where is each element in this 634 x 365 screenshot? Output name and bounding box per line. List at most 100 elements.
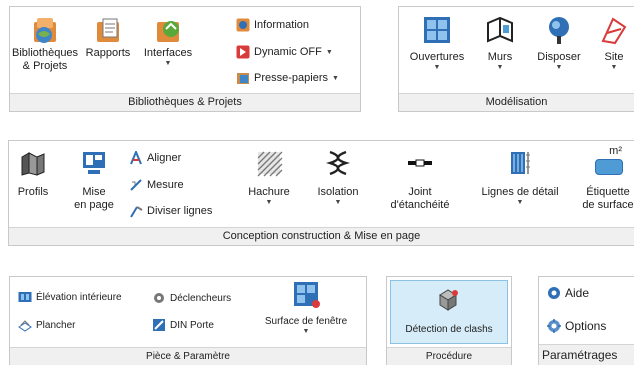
mesure-label: Mesure	[147, 179, 184, 191]
mise-en-page-button[interactable]: Mise en page	[63, 149, 125, 212]
elevation-interieure-item[interactable]: Élévation intérieure	[18, 291, 122, 303]
joint-label-line2: d'étanchéité	[390, 199, 450, 211]
dynamic-off-dropdown-arrow[interactable]: ▼	[326, 49, 333, 56]
interfaces-button[interactable]: Interfaces ▼	[138, 13, 198, 67]
isolation-dropdown-arrow[interactable]: ▼	[307, 199, 369, 206]
ouvertures-dropdown-arrow[interactable]: ▼	[405, 64, 469, 71]
plancher-item[interactable]: Plancher	[18, 318, 75, 332]
ouvertures-label: Ouvertures	[409, 51, 465, 63]
presse-papiers-label: Presse-papiers	[254, 72, 328, 84]
detail-lines-icon	[511, 152, 530, 174]
lignes-de-detail-label: Lignes de détail	[481, 186, 559, 198]
panel-title-conception: Conception construction & Mise en page	[9, 227, 634, 245]
murs-button[interactable]: Murs ▼	[477, 15, 523, 71]
panel-title-modelisation: Modélisation	[399, 93, 634, 111]
aligner-item[interactable]: Aligner	[129, 151, 181, 165]
information-icon	[236, 18, 250, 32]
hatch-icon	[257, 151, 283, 177]
plancher-label: Plancher	[36, 319, 76, 331]
aide-label: Aide	[565, 286, 590, 300]
measure-icon	[130, 179, 142, 191]
elevation-interieure-label: Élévation intérieure	[36, 291, 122, 303]
options-item[interactable]: Options	[547, 319, 606, 333]
profils-label: Profils	[17, 186, 49, 198]
clash-detection-icon	[439, 289, 458, 311]
interfaces-icon	[157, 21, 179, 42]
detection-de-clashs-label: Détection de clashs	[405, 324, 493, 335]
mesure-item[interactable]: Mesure	[129, 178, 184, 192]
joint-etancheite-button[interactable]: Joint d'étanchéité	[381, 149, 459, 212]
dynamic-off-item[interactable]: Dynamic OFF ▼	[236, 45, 333, 59]
ouvertures-button[interactable]: Ouvertures ▼	[405, 15, 469, 71]
options-label: Options	[565, 319, 607, 333]
disposer-button[interactable]: Disposer ▼	[531, 15, 587, 71]
din-porte-label: DIN Porte	[170, 319, 214, 331]
hachure-button[interactable]: Hachure ▼	[241, 149, 297, 206]
bibliotheques-projets-button[interactable]: Bibliothèques & Projets	[12, 13, 78, 73]
panel-title-parametrages: Paramétrages	[539, 344, 634, 365]
wall-icon	[487, 16, 513, 43]
rapports-button[interactable]: Rapports	[80, 13, 136, 60]
bibliotheques-label-line2: & Projets	[22, 60, 68, 72]
declencheurs-label: Déclencheurs	[170, 292, 232, 304]
rapports-label: Rapports	[85, 47, 131, 59]
isolation-button[interactable]: Isolation ▼	[307, 149, 369, 206]
window-icon	[424, 17, 450, 43]
dynamic-icon	[236, 45, 250, 59]
panel-modelisation: Ouvertures ▼ Murs ▼ Disposer ▼ Site ▼ Mo…	[398, 6, 634, 112]
lignes-de-detail-button[interactable]: Lignes de détail ▼	[471, 149, 569, 206]
bibliotheques-label-line1: Bibliothèques	[12, 47, 79, 59]
report-icon	[97, 18, 119, 42]
disposer-label: Disposer	[537, 51, 581, 63]
diviser-lignes-item[interactable]: Diviser lignes	[129, 204, 212, 218]
profiles-icon	[21, 152, 45, 176]
surface-de-fenetre-label: Surface de fenêtre	[264, 316, 348, 327]
panel-bibliotheques-projets: Bibliothèques & Projets Rapports Interfa…	[9, 6, 361, 112]
window-area-icon	[294, 282, 320, 308]
presse-papiers-item[interactable]: Presse-papiers ▼	[236, 71, 339, 85]
murs-dropdown-arrow[interactable]: ▼	[477, 64, 523, 71]
site-button[interactable]: Site ▼	[595, 15, 633, 71]
diviser-lignes-label: Diviser lignes	[147, 205, 213, 217]
floor-icon	[18, 320, 32, 332]
site-dropdown-arrow[interactable]: ▼	[595, 64, 633, 71]
area-label-icon: m²	[592, 145, 624, 177]
site-label: Site	[604, 51, 624, 63]
insulation-icon	[325, 150, 351, 176]
din-porte-item[interactable]: DIN Porte	[152, 318, 214, 332]
information-item[interactable]: Information	[236, 18, 309, 32]
detection-de-clashs-button[interactable]: Détection de clashs	[390, 280, 508, 344]
panel-parametrages: Aide Options Paramétrages	[538, 276, 634, 365]
layout-icon	[83, 152, 105, 174]
surface-de-fenetre-button[interactable]: Surface de fenêtre ▼	[246, 279, 366, 335]
etiquette-label-line2: de surface	[582, 199, 634, 211]
panel-piece-parametre: Élévation intérieure Déclencheurs Planch…	[9, 276, 367, 365]
panel-conception-construction: Profils Mise en page Aligner Mesure Divi…	[8, 140, 634, 246]
tree-icon	[549, 17, 569, 44]
align-icon	[130, 151, 142, 165]
mise-label-line2: en page	[74, 199, 114, 211]
interfaces-dropdown-arrow[interactable]: ▼	[138, 60, 198, 67]
mise-label-line1: Mise	[82, 186, 106, 198]
surface-de-fenetre-dropdown-arrow[interactable]: ▼	[246, 328, 366, 335]
triggers-icon	[154, 293, 164, 303]
aligner-label: Aligner	[147, 152, 182, 164]
options-gear-icon	[547, 319, 561, 333]
hachure-dropdown-arrow[interactable]: ▼	[241, 199, 297, 206]
joint-icon	[408, 159, 432, 167]
profils-button[interactable]: Profils	[11, 149, 55, 199]
door-icon	[153, 319, 165, 331]
disposer-dropdown-arrow[interactable]: ▼	[531, 64, 587, 71]
joint-label-line1: Joint	[408, 186, 432, 198]
declencheurs-item[interactable]: Déclencheurs	[152, 291, 231, 305]
site-icon	[601, 17, 627, 45]
etiquette-de-surface-button[interactable]: m² Étiquette de surface	[573, 145, 634, 212]
presse-papiers-dropdown-arrow[interactable]: ▼	[332, 75, 339, 82]
clipboard-icon	[237, 73, 249, 84]
aide-item[interactable]: Aide	[547, 286, 589, 300]
panel-title-piece: Pièce & Paramètre	[10, 347, 366, 365]
split-lines-icon	[130, 206, 143, 218]
lignes-de-detail-dropdown-arrow[interactable]: ▼	[471, 199, 569, 206]
hachure-label: Hachure	[248, 186, 290, 198]
help-icon	[548, 287, 560, 299]
